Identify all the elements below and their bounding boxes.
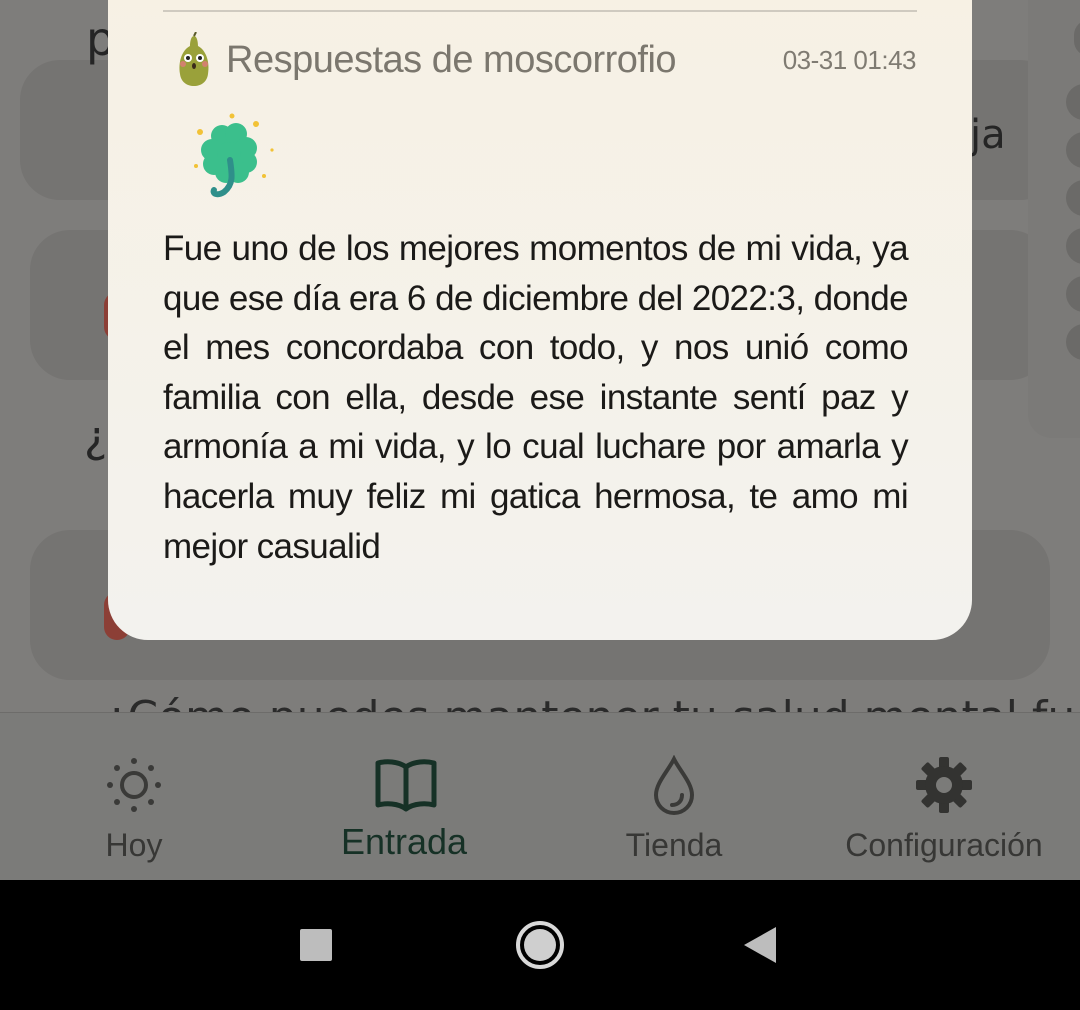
nav-label: Entrada <box>340 821 468 862</box>
nav-item-tienda[interactable]: Tienda <box>594 713 754 881</box>
book-icon <box>374 755 437 815</box>
nav-item-hoy[interactable]: Hoy <box>54 713 214 881</box>
recents-button[interactable] <box>300 929 332 965</box>
four-leaf-clover-icon <box>192 110 282 202</box>
back-button[interactable] <box>742 925 778 969</box>
reply-body-text: Fue uno de los mejores momentos de mi vi… <box>163 229 909 566</box>
nav-item-configuracion[interactable]: Configuración <box>834 713 1054 881</box>
side-panel <box>1028 0 1080 438</box>
gear-icon <box>914 755 974 815</box>
system-navigation-bar <box>0 880 1080 1010</box>
reply-timestamp: 03-31 01:43 <box>782 44 917 75</box>
home-button[interactable] <box>515 920 565 974</box>
nav-label: Hoy <box>105 827 163 863</box>
background-text: ja <box>970 112 1006 158</box>
nav-label: Configuración <box>845 827 1043 863</box>
reply-title: Respuestas de moscorrofio <box>226 38 677 81</box>
pear-character-icon <box>174 31 214 88</box>
nav-item-entrada[interactable]: Entrada <box>314 713 494 881</box>
drop-icon <box>644 754 704 816</box>
divider <box>163 10 917 12</box>
bottom-navigation: Hoy Entrada Tienda Configuración <box>0 712 1080 881</box>
reply-modal[interactable]: Respuestas de moscorrofio 03-31 01:43 Fu… <box>108 0 972 640</box>
reply-header: Respuestas de moscorrofio 03-31 01:43 <box>174 30 917 90</box>
background-text: ¿ <box>84 412 108 463</box>
nav-label: Tienda <box>625 827 723 863</box>
sun-icon <box>104 755 164 815</box>
